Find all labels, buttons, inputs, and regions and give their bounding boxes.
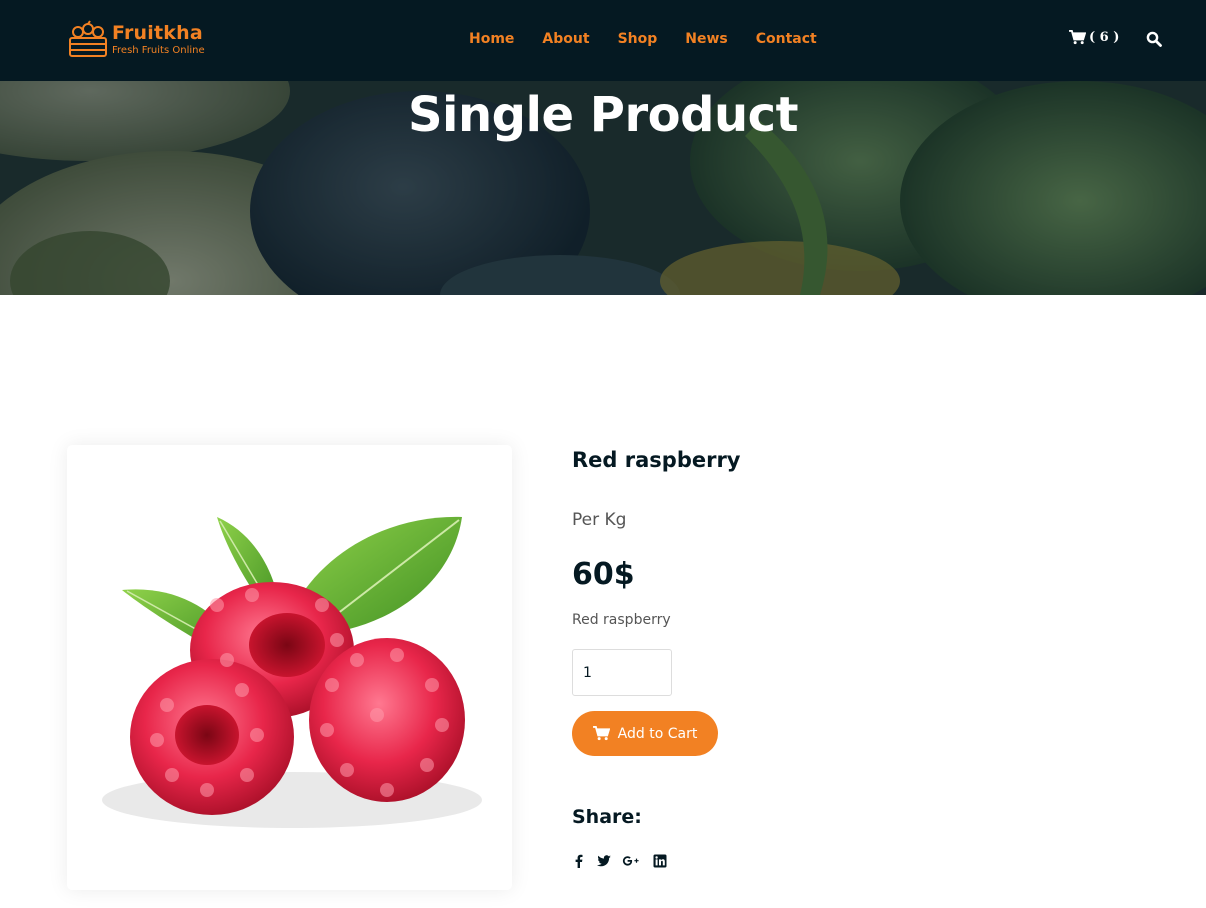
product-description: Red raspberry xyxy=(572,612,671,628)
product-image-card xyxy=(67,445,512,890)
add-to-cart-button[interactable]: Add to Cart xyxy=(572,711,718,756)
linkedin-icon[interactable] xyxy=(653,853,667,868)
brand-name: Fruitkha xyxy=(112,22,203,44)
top-navbar: Fruitkha Fresh Fruits Online Home About … xyxy=(0,0,1206,81)
nav-shop[interactable]: Shop xyxy=(618,30,658,48)
facebook-icon[interactable] xyxy=(572,853,586,868)
page-title: Single Product xyxy=(407,87,799,143)
cart-count: ( 6 ) xyxy=(1089,30,1120,45)
share-icons xyxy=(572,853,678,868)
main-nav: Home About Shop News Contact xyxy=(469,30,817,48)
nav-news[interactable]: News xyxy=(685,30,727,48)
add-to-cart-label: Add to Cart xyxy=(617,725,698,742)
nav-contact[interactable]: Contact xyxy=(756,30,817,48)
quantity-input[interactable] xyxy=(572,649,672,696)
twitter-icon[interactable] xyxy=(597,853,611,867)
product-unit: Per Kg xyxy=(572,510,627,530)
hero-banner: Single Product xyxy=(0,81,1206,295)
search-icon[interactable] xyxy=(1146,31,1162,47)
google-plus-icon[interactable] xyxy=(622,853,640,867)
product-price: 60$ xyxy=(572,557,635,592)
brand-tagline: Fresh Fruits Online xyxy=(112,45,205,56)
brand-logo[interactable]: Fruitkha Fresh Fruits Online xyxy=(68,19,218,61)
nav-about[interactable]: About xyxy=(542,30,589,48)
raspberry-image xyxy=(102,516,482,828)
fruit-crate-icon xyxy=(69,20,107,57)
shopping-cart-icon xyxy=(592,726,610,741)
product-details: Red raspberry Per Kg 60$ Red raspberry A… xyxy=(572,445,1132,868)
share-heading: Share: xyxy=(572,806,642,828)
nav-home[interactable]: Home xyxy=(469,30,514,48)
cart-button[interactable]: ( 6 ) xyxy=(1069,30,1119,45)
shopping-cart-icon xyxy=(1069,30,1086,45)
product-name: Red raspberry xyxy=(572,448,741,472)
